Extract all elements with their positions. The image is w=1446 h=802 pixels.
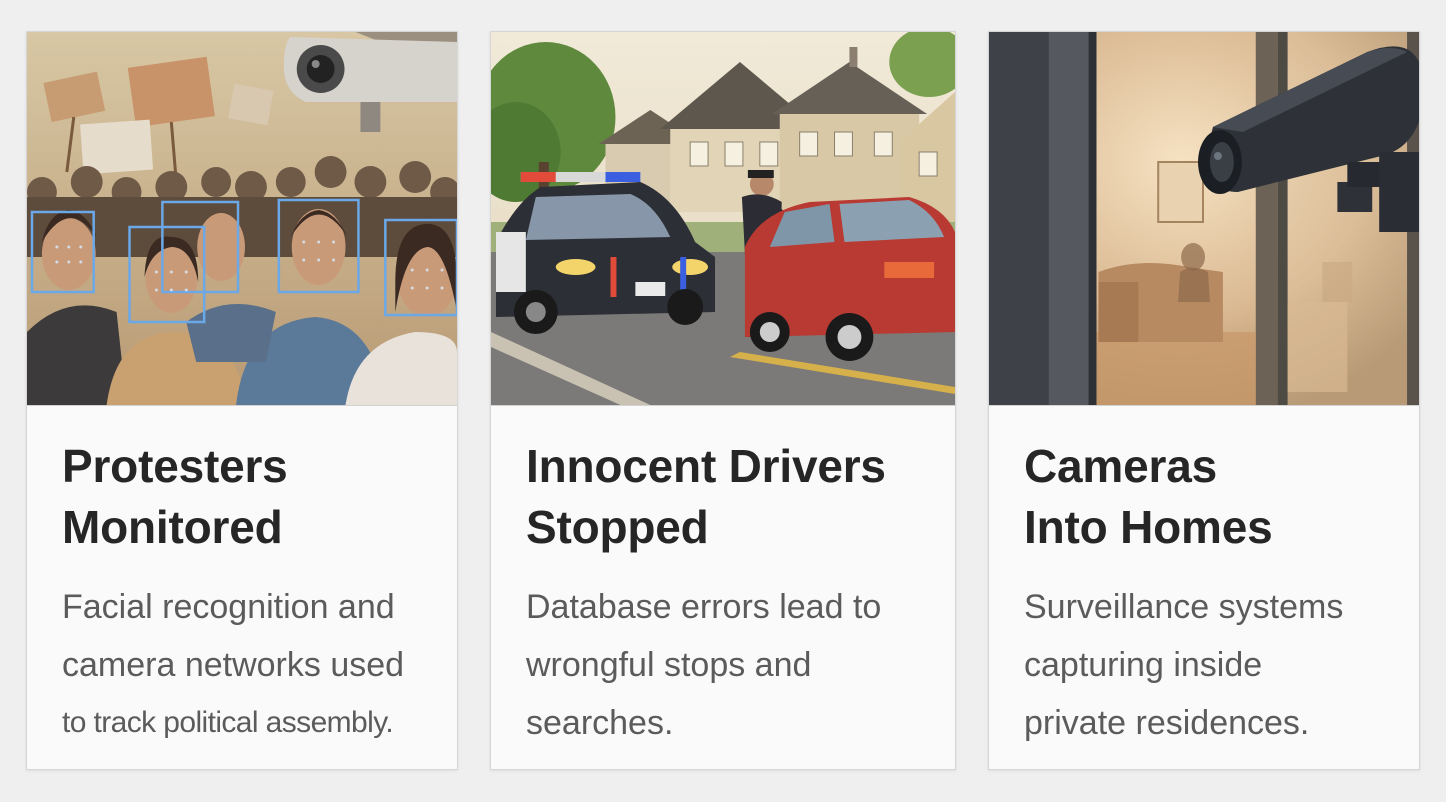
- card-innocent-drivers-stopped[interactable]: Innocent Drivers Stopped Database errors…: [490, 31, 956, 770]
- card-protesters-monitored[interactable]: Protesters Monitored Facial recognition …: [26, 31, 458, 770]
- card-title: Protesters Monitored: [62, 440, 288, 553]
- protest-crowd-facial-recognition-illustration: [27, 32, 457, 405]
- card-title: Cameras Into Homes: [1024, 440, 1273, 553]
- card-description: Facial recognition and camera networks u…: [62, 588, 405, 739]
- card-description: Database errors lead to wrongful stops a…: [526, 588, 882, 742]
- home-surveillance-camera-illustration: [989, 32, 1419, 405]
- card-title: Innocent Drivers Stopped: [526, 440, 886, 553]
- image-divider: [491, 405, 955, 406]
- police-traffic-stop-illustration: [491, 32, 955, 405]
- card-cameras-into-homes[interactable]: Cameras Into Homes Surveillance systems …: [988, 31, 1420, 770]
- image-divider: [989, 405, 1419, 406]
- image-divider: [27, 405, 457, 406]
- card-description: Surveillance systems capturing inside pr…: [1024, 588, 1344, 742]
